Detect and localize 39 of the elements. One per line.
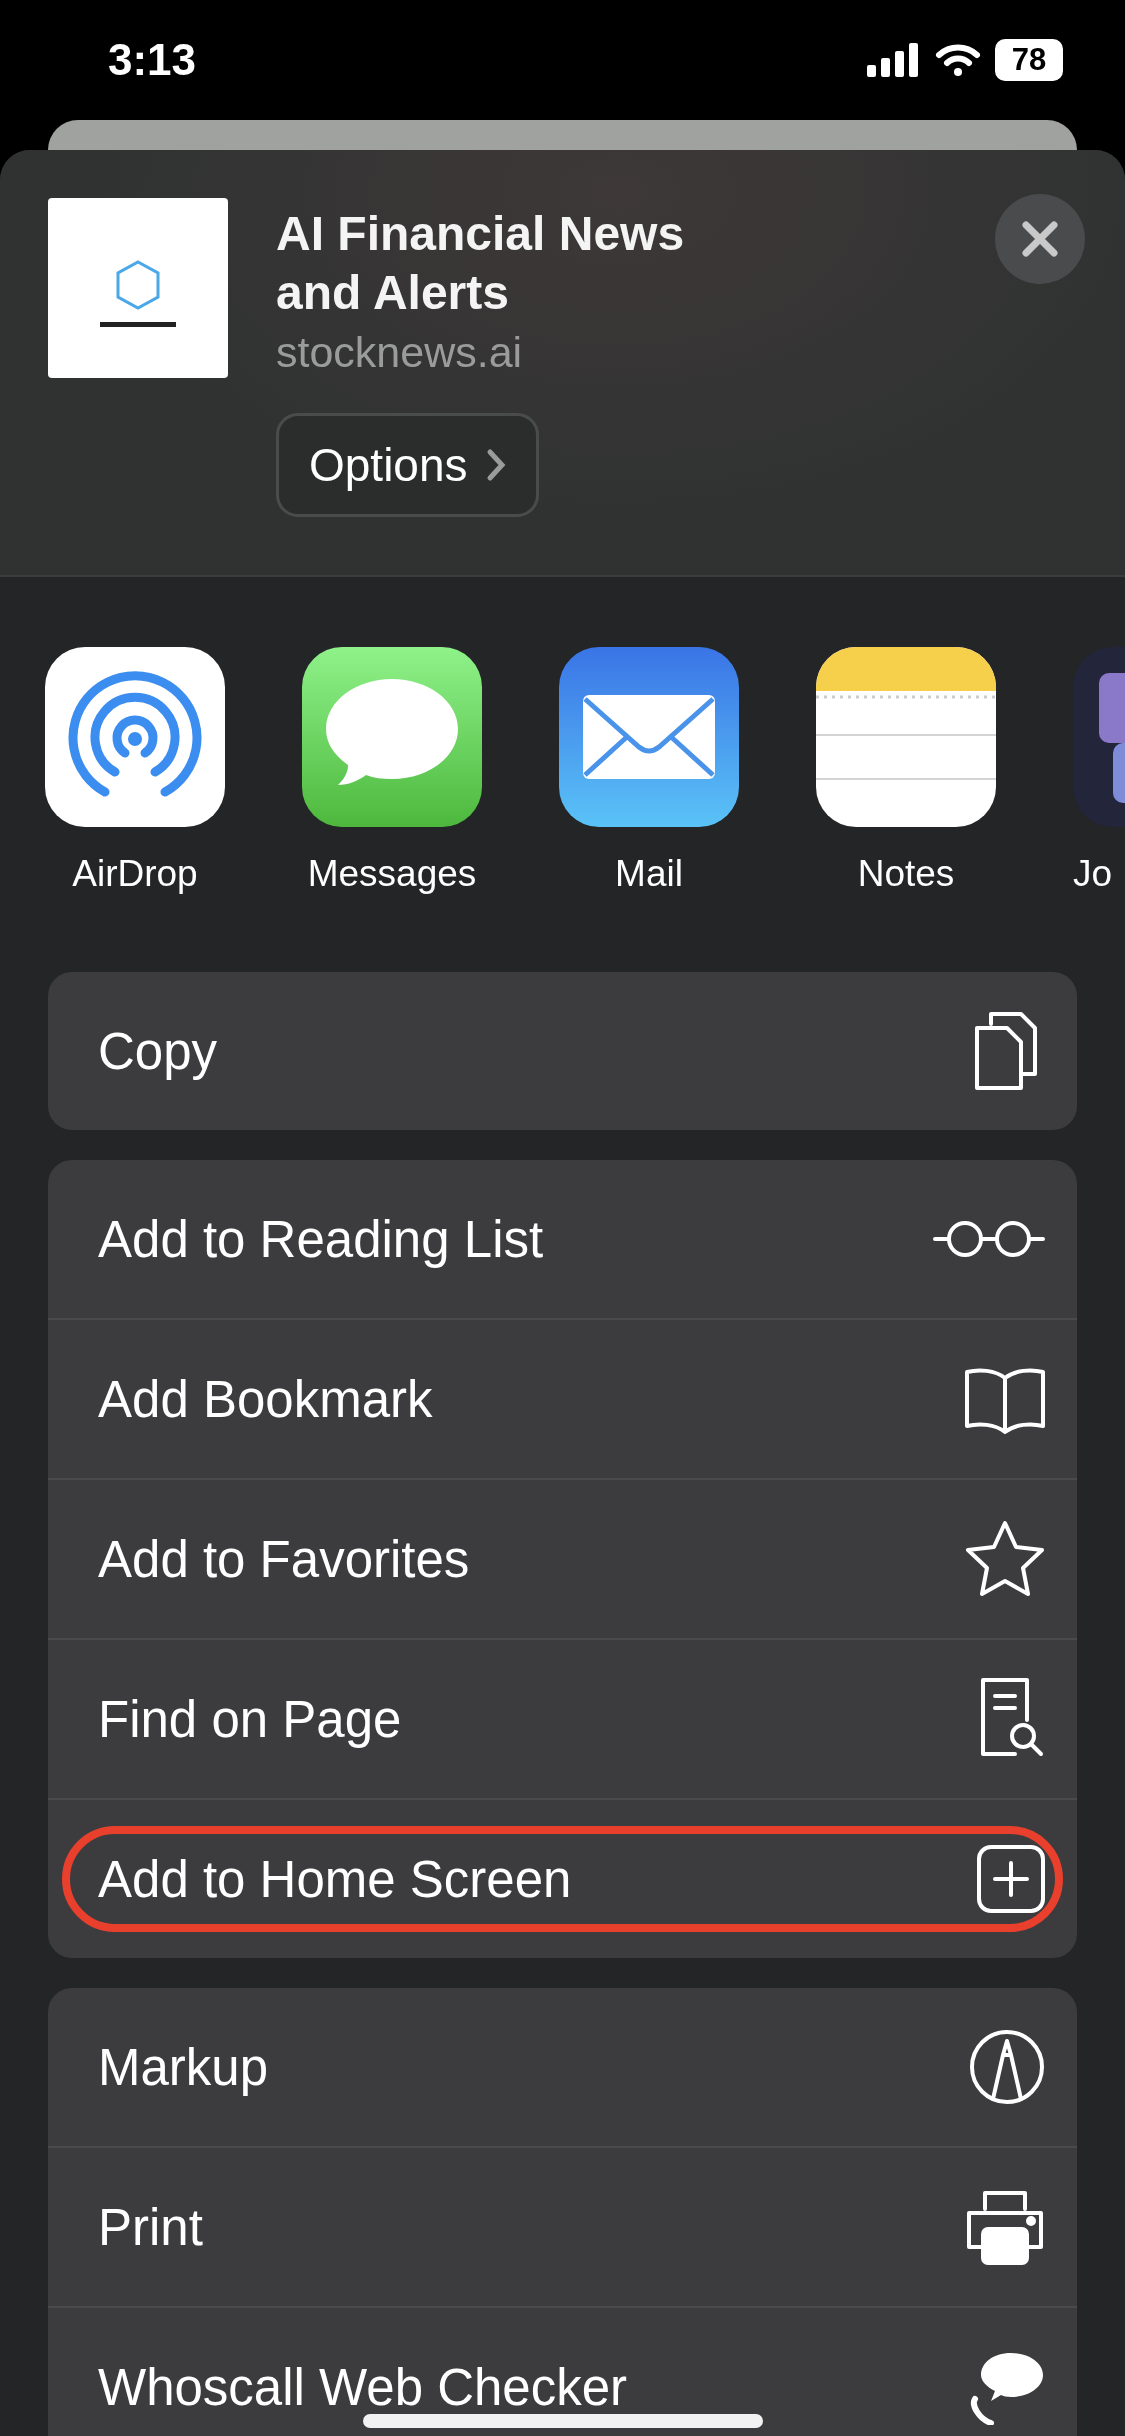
page-url: stocknews.ai xyxy=(276,328,523,377)
share-app[interactable]: Mail xyxy=(559,647,739,972)
action-row[interactable]: Print xyxy=(48,2146,1077,2306)
share-app[interactable]: Notes xyxy=(816,647,996,972)
action-label: Whoscall Web Checker xyxy=(98,2357,628,2417)
share-app[interactable]: AirDrop xyxy=(45,647,225,972)
signal-icon xyxy=(867,43,921,77)
page-title: AI Financial News and Alerts xyxy=(276,206,686,321)
action-row[interactable]: Add to Reading List xyxy=(48,1160,1077,1318)
action-label: Find on Page xyxy=(98,1689,402,1749)
airdrop-icon xyxy=(45,647,225,827)
action-label: Add to Home Screen xyxy=(98,1849,572,1909)
action-label: Print xyxy=(98,2197,203,2257)
action-row[interactable]: Markup xyxy=(48,1988,1077,2146)
action-row[interactable]: Add to Favorites xyxy=(48,1478,1077,1638)
action-label: Add to Favorites xyxy=(98,1529,470,1589)
share-app[interactable]: Jo xyxy=(1073,647,1125,972)
status-time: 3:13 xyxy=(108,35,197,85)
action-label: Copy xyxy=(98,1021,218,1081)
pen-circle-icon xyxy=(967,2027,1047,2107)
options-button[interactable]: Options xyxy=(276,413,539,517)
notepad-icon xyxy=(816,647,996,827)
action-row[interactable]: Copy xyxy=(48,972,1077,1130)
chevron-right-icon xyxy=(485,448,506,482)
action-row[interactable]: Add to Home Screen xyxy=(48,1798,1077,1958)
action-label: Add Bookmark xyxy=(98,1369,433,1429)
speech-bubble-icon xyxy=(302,647,482,827)
close-icon xyxy=(1020,219,1060,259)
wifi-icon xyxy=(935,43,981,77)
app-icon xyxy=(1073,647,1125,827)
star-icon xyxy=(963,1519,1047,1599)
battery-level: 78 xyxy=(995,39,1063,81)
action-label: Add to Reading List xyxy=(98,1209,544,1269)
action-row[interactable]: Add Bookmark xyxy=(48,1318,1077,1478)
plus-square-icon xyxy=(975,1843,1047,1915)
share-app[interactable]: Messages xyxy=(302,647,482,972)
envelope-icon xyxy=(559,647,739,827)
action-label: Markup xyxy=(98,2037,269,2097)
action-row[interactable]: Find on Page xyxy=(48,1638,1077,1798)
